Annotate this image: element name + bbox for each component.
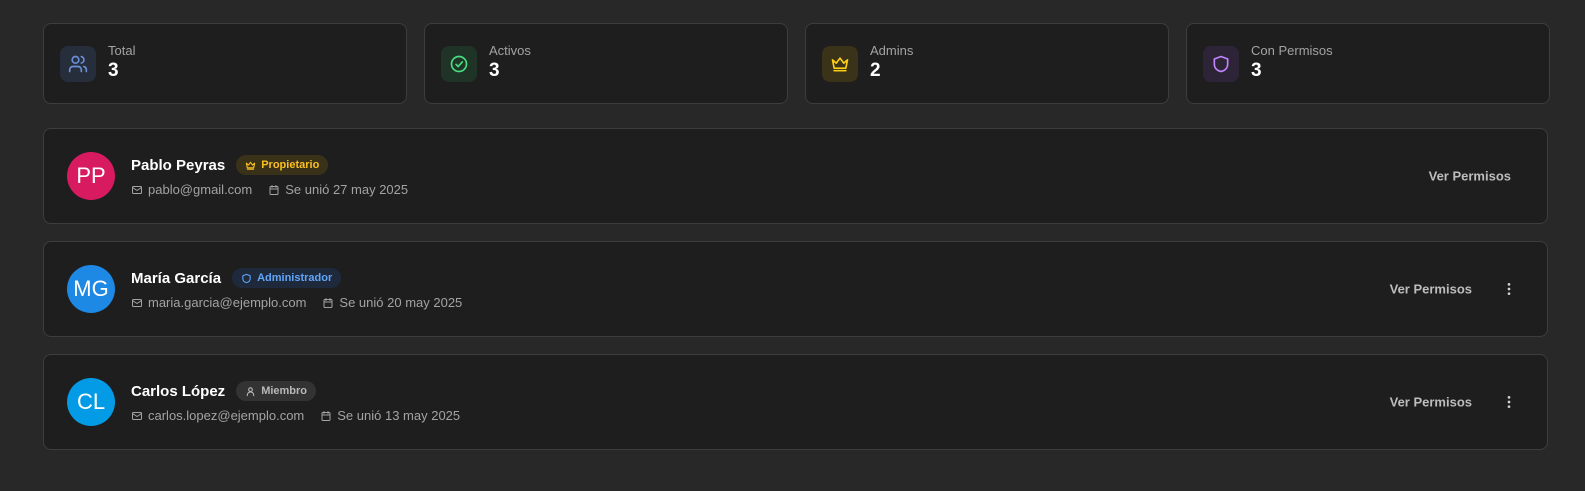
member-name: María García: [131, 269, 222, 287]
member-card: CL Carlos López Miembro carlos.lopez@eje…: [43, 354, 1548, 450]
stat-label: Con Permisos: [1251, 42, 1333, 58]
calendar-icon: [269, 184, 279, 195]
role-badge: Administrador: [232, 268, 342, 288]
member-joined: Se unió 13 may 2025: [320, 408, 460, 423]
member-name: Pablo Peyras: [131, 156, 226, 174]
email-text: maria.garcia@ejemplo.com: [148, 295, 307, 310]
check-circle-icon: [441, 45, 477, 82]
user-icon: [246, 386, 255, 396]
email-text: carlos.lopez@ejemplo.com: [148, 408, 305, 423]
stat-value: 3: [1251, 59, 1262, 81]
role-label: Administrador: [257, 272, 333, 284]
role-label: Miembro: [261, 385, 308, 397]
member-joined: Se unió 20 may 2025: [322, 295, 462, 310]
member-card: MG María García Administrador maria.garc…: [43, 241, 1548, 337]
role-badge: Miembro: [236, 381, 317, 401]
shield-icon: [1203, 45, 1239, 82]
ver-permisos-button[interactable]: Ver Permisos: [1429, 169, 1511, 184]
users-icon: [60, 45, 96, 82]
members-list: PP Pablo Peyras Propietario pablo@gmail.…: [43, 128, 1548, 467]
email-text: pablo@gmail.com: [148, 182, 253, 197]
member-name: Carlos López: [131, 382, 226, 400]
stat-value: 3: [108, 59, 119, 81]
role-badge: Propietario: [236, 155, 329, 175]
stats-row: Total 3 Activos 3 Admins 2 Con Permisos …: [43, 23, 1550, 104]
more-options-button[interactable]: [1501, 394, 1517, 410]
shield-icon: [242, 273, 251, 283]
member-email: pablo@gmail.com: [131, 182, 252, 197]
joined-text: Se unió 27 may 2025: [285, 182, 409, 197]
more-options-button[interactable]: [1501, 281, 1517, 297]
member-joined: Se unió 27 may 2025: [268, 182, 408, 197]
stat-label: Activos: [489, 42, 531, 58]
stat-label: Admins: [870, 42, 914, 58]
mail-icon: [132, 411, 142, 420]
avatar: MG: [67, 265, 115, 313]
stat-card-admins: Admins 2: [805, 23, 1169, 104]
calendar-icon: [323, 297, 333, 308]
avatar: PP: [67, 152, 115, 200]
joined-text: Se unió 20 may 2025: [339, 295, 463, 310]
stat-card-total: Total 3: [43, 23, 407, 104]
ver-permisos-button[interactable]: Ver Permisos: [1390, 282, 1472, 297]
stat-value: 3: [489, 59, 500, 81]
avatar: CL: [67, 378, 115, 426]
mail-icon: [132, 185, 142, 194]
mail-icon: [132, 298, 142, 307]
member-email: carlos.lopez@ejemplo.com: [131, 408, 304, 423]
member-card: PP Pablo Peyras Propietario pablo@gmail.…: [43, 128, 1548, 224]
stat-label: Total: [108, 42, 136, 58]
stat-value: 2: [870, 59, 881, 81]
avatar-initials: CL: [76, 389, 106, 414]
stat-card-activos: Activos 3: [424, 23, 788, 104]
avatar-initials: MG: [73, 276, 109, 301]
more-vertical-icon: [1507, 283, 1511, 295]
avatar-initials: PP: [76, 163, 106, 188]
role-label: Propietario: [261, 159, 320, 171]
ver-permisos-button[interactable]: Ver Permisos: [1390, 395, 1472, 410]
joined-text: Se unió 13 may 2025: [337, 408, 461, 423]
crown-icon: [246, 161, 256, 170]
crown-icon: [822, 45, 858, 82]
member-email: maria.garcia@ejemplo.com: [131, 295, 306, 310]
stat-card-con-permisos: Con Permisos 3: [1186, 23, 1550, 104]
more-vertical-icon: [1507, 396, 1511, 408]
calendar-icon: [321, 410, 331, 421]
